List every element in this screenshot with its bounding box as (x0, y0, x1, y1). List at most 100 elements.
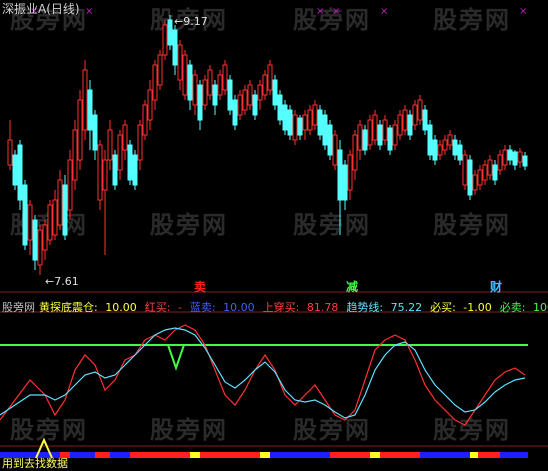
candle-body (457, 144, 463, 161)
bottom-text: 用到去找数据 (2, 457, 68, 470)
candle-body (287, 109, 293, 136)
candle-body (342, 164, 348, 201)
cyan-indicator-line (0, 327, 526, 419)
candle-body (192, 74, 198, 106)
up-cross-buy: 上穿买: 81.78 (262, 301, 339, 314)
signal-segment (190, 452, 200, 458)
candle-body (432, 139, 438, 161)
candle-body (182, 54, 188, 96)
chart-window[interactable]: { "window": { "title": "深振业A(日线)", "wate… (0, 0, 548, 471)
candle-body (347, 154, 353, 191)
signal-segment (500, 452, 528, 458)
candle-body (267, 64, 273, 91)
signal-segment (470, 452, 478, 458)
candle-body (202, 79, 208, 106)
candle-body (42, 224, 48, 251)
candle-body (277, 94, 283, 121)
blue-sell: 蓝卖: 10.00 (189, 301, 255, 314)
must-sell: 必卖: 100.00 (499, 301, 548, 314)
candle-body (447, 134, 453, 146)
candle-body (392, 124, 398, 146)
dip-marker (167, 344, 185, 372)
candle-body (292, 114, 298, 141)
candle-body (487, 159, 493, 176)
candle-body (337, 149, 343, 201)
candle-body (12, 154, 18, 186)
candle-body (17, 144, 23, 201)
candle-body (177, 44, 183, 81)
candle-body (252, 94, 258, 116)
candle-body (32, 219, 38, 261)
high-price-label: ←9.17 (174, 15, 208, 28)
candle-body (127, 144, 133, 181)
candle-body (352, 134, 358, 171)
candle-body (492, 164, 498, 181)
candle-body (477, 169, 483, 186)
candle-body (322, 114, 328, 146)
candle-body (57, 179, 63, 226)
signal-segment (95, 452, 110, 458)
signal-segment (200, 452, 260, 458)
candle-body (87, 89, 93, 131)
candle-body (402, 109, 408, 131)
wealth-signal: 财 (490, 280, 503, 294)
signal-segment (270, 452, 330, 458)
candle-body (92, 114, 98, 151)
low-price-value: 7.61 (54, 275, 79, 288)
candle-body (172, 29, 178, 66)
must-buy: 必买: -1.00 (430, 301, 492, 314)
low-price-label: ←7.61 (45, 275, 79, 288)
candle-body (82, 69, 88, 131)
candle-body (332, 134, 338, 166)
candle-body (112, 154, 118, 186)
candle-body (132, 154, 138, 186)
candle-body (282, 104, 288, 131)
candle-body (357, 124, 363, 151)
candle-body (52, 199, 58, 236)
candle-body (507, 149, 513, 161)
candle-body (107, 129, 113, 161)
signal-segment (370, 452, 380, 458)
candle-body (122, 124, 128, 151)
reduce-signal: 减 (346, 280, 359, 294)
candle-body (497, 154, 503, 171)
candle-body (67, 159, 73, 211)
candle-body (452, 139, 458, 156)
indicator-name: 黄探底震仓: 10.00 (39, 301, 137, 314)
chart-canvas[interactable]: × × × × × × (0, 0, 548, 471)
candle-body (382, 119, 388, 141)
candle-body (512, 151, 518, 166)
candle-body (467, 159, 473, 196)
candle-body (442, 139, 448, 151)
candle-body (217, 74, 223, 96)
candle-body (362, 129, 368, 151)
candle-body (422, 109, 428, 131)
indicator-bar: 股旁网 黄探底震仓: 10.00 红买: - 蓝卖: 10.00 上穿买: 81.78 趋… (2, 299, 548, 315)
candle-body (7, 139, 13, 166)
candle-body (397, 114, 403, 136)
candle-body (102, 159, 108, 191)
signal-segment (330, 452, 370, 458)
candle-body (247, 84, 253, 106)
high-price-value: 9.17 (183, 15, 208, 28)
candle-body (152, 64, 158, 101)
candle-body (317, 109, 323, 136)
candle-body (72, 129, 78, 181)
candle-body (427, 124, 433, 156)
candle-body (297, 117, 303, 136)
signal-segment (478, 452, 500, 458)
marker-icon: × (316, 6, 324, 17)
candle-body (417, 99, 423, 121)
candle-body (437, 144, 443, 156)
signal-segment (110, 452, 130, 458)
candle-body (232, 99, 238, 126)
marker-icon: × (380, 6, 388, 17)
candle-body (237, 94, 243, 116)
candle-body (142, 104, 148, 136)
candle-body (377, 124, 383, 146)
signal-segment (70, 452, 95, 458)
signal-segment (260, 452, 270, 458)
candle-body (482, 164, 488, 181)
candle-body (22, 184, 28, 246)
candle-body (27, 204, 33, 241)
